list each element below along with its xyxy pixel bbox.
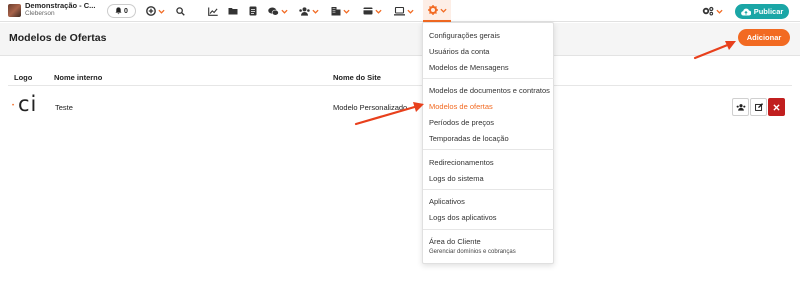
- chevron-down-icon: [158, 9, 165, 14]
- page-title: Modelos de Ofertas: [9, 32, 107, 44]
- account-user: Cleberson: [25, 10, 55, 17]
- menu-divider: [423, 229, 554, 230]
- chart-icon: [208, 7, 218, 16]
- gears-icon: [702, 6, 714, 16]
- account-name: Demonstração - C...: [25, 1, 96, 10]
- column-header-internal-name: Nome interno: [54, 73, 103, 82]
- chevron-down-icon: [312, 9, 319, 14]
- notification-count: 0: [124, 7, 128, 15]
- search-icon: [176, 6, 185, 16]
- menu-item-client-area-sublabel: Gerenciar domínios e cobranças: [429, 249, 516, 255]
- menu-item-message-templates[interactable]: Modelos de Mensagens: [429, 63, 509, 72]
- column-header-site-name: Nome do Site: [333, 73, 381, 82]
- chevron-down-icon: [440, 8, 447, 13]
- chevron-down-icon: [716, 9, 723, 14]
- menu-item-rental-seasons[interactable]: Temporadas de locação: [429, 134, 509, 143]
- top-bar: Demonstração - C... Cleberson 0 Publicar: [0, 0, 800, 22]
- add-icon: [146, 6, 156, 16]
- chevron-down-icon: [375, 9, 382, 14]
- laptop-icon: [394, 6, 405, 15]
- bell-icon: [115, 7, 122, 15]
- menu-item-offer-templates[interactable]: Modelos de ofertas: [429, 102, 493, 111]
- row-site-name: Modelo Personalizado: [333, 103, 408, 112]
- row-delete-button[interactable]: [768, 98, 785, 116]
- add-menu-button[interactable]: [146, 5, 165, 17]
- settings-dropdown: Configurações gerais Usuários da conta M…: [422, 22, 554, 264]
- row-logo: ci: [18, 92, 38, 116]
- row-internal-name: Teste: [55, 103, 73, 112]
- menu-divider: [423, 78, 554, 79]
- row-users-button[interactable]: [732, 98, 749, 116]
- finance-menu-button[interactable]: [363, 5, 382, 17]
- search-button[interactable]: [176, 5, 185, 17]
- folder-icon: [228, 8, 238, 15]
- avatar: [8, 3, 21, 17]
- notifications-button[interactable]: 0: [107, 4, 136, 18]
- row-edit-button[interactable]: [750, 98, 767, 116]
- account-switcher[interactable]: Demonstração - C... Cleberson: [8, 2, 95, 18]
- menu-divider: [423, 149, 554, 150]
- column-header-logo: Logo: [14, 73, 33, 82]
- table-divider: [8, 85, 792, 86]
- add-button[interactable]: Adicionar: [738, 29, 790, 46]
- chevron-down-icon: [343, 9, 350, 14]
- menu-item-redirects[interactable]: Redirecionamentos: [429, 158, 494, 167]
- messages-menu-button[interactable]: [268, 5, 288, 17]
- menu-item-app-logs[interactable]: Logs dos aplicativos: [429, 213, 497, 222]
- chat-icon: [268, 7, 279, 16]
- admin-settings-button[interactable]: [702, 5, 723, 17]
- card-icon: [363, 7, 373, 15]
- chevron-down-icon: [281, 9, 288, 14]
- reports-button[interactable]: [208, 5, 218, 17]
- settings-menu-button[interactable]: [423, 0, 451, 22]
- menu-item-price-periods[interactable]: Períodos de preços: [429, 118, 494, 127]
- close-icon: [773, 103, 780, 111]
- menu-item-document-templates[interactable]: Modelos de documentos e contratos: [429, 86, 550, 95]
- gear-icon: [428, 5, 438, 15]
- page-header: Modelos de Ofertas Adicionar: [0, 23, 800, 56]
- site-menu-button[interactable]: [394, 5, 414, 17]
- publish-button[interactable]: Publicar: [735, 4, 789, 19]
- properties-menu-button[interactable]: [331, 5, 350, 17]
- users-icon: [736, 103, 745, 111]
- cloud-upload-icon: [740, 8, 751, 16]
- menu-item-general-settings[interactable]: Configurações gerais: [429, 31, 500, 40]
- users-icon: [299, 6, 310, 16]
- menu-item-apps[interactable]: Aplicativos: [429, 197, 465, 206]
- menu-item-client-area[interactable]: Área do Cliente: [429, 237, 481, 246]
- files-button[interactable]: [228, 5, 238, 17]
- logo-marker: •: [12, 103, 15, 109]
- chevron-down-icon: [407, 9, 414, 14]
- menu-item-system-logs[interactable]: Logs do sistema: [429, 174, 484, 183]
- building-icon: [331, 7, 341, 16]
- menu-divider: [423, 189, 554, 190]
- publish-label: Publicar: [753, 7, 784, 16]
- edit-icon: [754, 103, 763, 111]
- menu-item-account-users[interactable]: Usuários da conta: [429, 47, 489, 56]
- documents-button[interactable]: [249, 5, 257, 17]
- document-icon: [249, 6, 257, 16]
- contacts-menu-button[interactable]: [299, 5, 319, 17]
